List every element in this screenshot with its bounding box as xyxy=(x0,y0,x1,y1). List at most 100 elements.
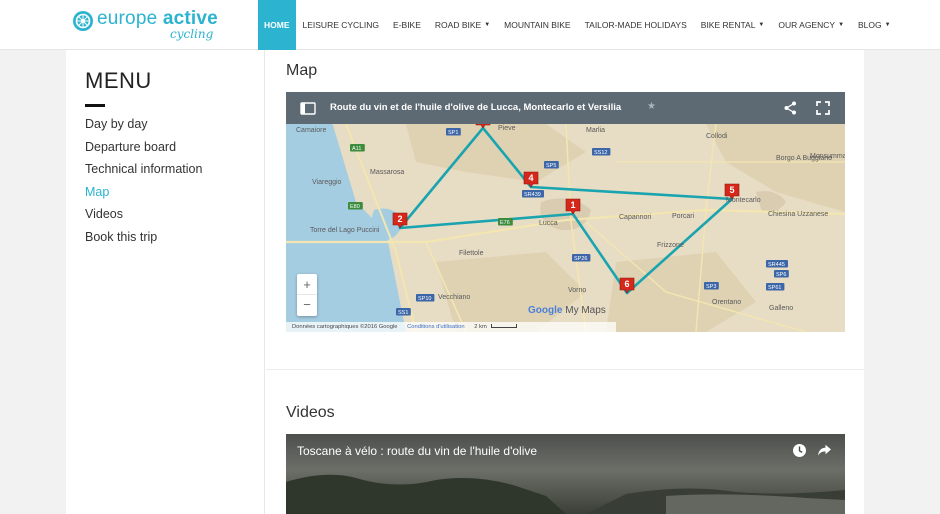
map-road-badge: SP1 xyxy=(446,128,461,136)
map-road-badge: SS1 xyxy=(396,308,411,316)
map-road-badge: SS12 xyxy=(592,148,611,156)
wheel-logo-icon xyxy=(73,11,93,31)
map-road-badge: SP5 xyxy=(544,161,559,169)
map-road-label: A11 xyxy=(352,146,361,152)
map-legend-toggle-icon[interactable] xyxy=(300,102,316,115)
nav-item-leisure-cycling[interactable]: LEISURE CYCLING xyxy=(296,0,387,50)
nav-item-label: HOME xyxy=(264,20,290,30)
map-place-label: Torre del Lago Puccini xyxy=(310,227,380,234)
zoom-controls: + − xyxy=(297,274,317,316)
map-place-label: Filettole xyxy=(459,250,484,257)
map-place-label: Massarosa xyxy=(370,169,404,176)
map-place-label: Pieve xyxy=(498,125,516,132)
map-place-label: Marlia xyxy=(586,127,605,134)
share-arrow-icon[interactable] xyxy=(817,444,832,457)
map-road-label: SR439 xyxy=(524,192,541,198)
map-header: Route du vin et de l'huile d'olive de Lu… xyxy=(286,92,845,124)
nav-item-label: E-BIKE xyxy=(393,20,421,30)
brand-name-part2: active xyxy=(162,8,218,29)
sidebar-item-departure-board[interactable]: Departure board xyxy=(85,136,202,159)
video-title[interactable]: Toscane à vélo : route du vin de l'huile… xyxy=(297,444,537,458)
map-road-badge: A11 xyxy=(350,144,365,152)
nav-item-label: MOUNTAIN BIKE xyxy=(504,20,571,30)
nav-item-bike-rental[interactable]: BIKE RENTAL ▼ xyxy=(694,0,772,50)
map-canvas[interactable]: 123456 ViareggioMassarosaTorre del Lago … xyxy=(286,92,845,332)
nav-item-home[interactable]: HOME xyxy=(258,0,296,50)
main-nav: HOME LEISURE CYCLING E-BIKE ROAD BIKE ▼ MOUNT… xyxy=(258,0,898,50)
sidebar-item-day-by-day[interactable]: Day by day xyxy=(85,113,202,136)
map-place-label: Vorno xyxy=(568,287,586,294)
map-place-label: Porcari xyxy=(672,213,695,220)
map-road-label: SS12 xyxy=(594,150,607,156)
map-place-label: Chiesina Uzzanese xyxy=(768,211,828,218)
map-attribution-bar: Données cartographiques ©2016 Google Con… xyxy=(286,322,616,332)
map-title: Route du vin et de l'huile d'olive de Lu… xyxy=(330,102,622,113)
map-road-label: SP26 xyxy=(574,256,587,262)
share-icon[interactable] xyxy=(784,101,797,115)
map-road-badge: SP6 xyxy=(774,270,789,278)
nav-item-e-bike[interactable]: E-BIKE xyxy=(386,0,428,50)
fullscreen-icon[interactable] xyxy=(816,101,830,115)
watch-later-icon[interactable] xyxy=(792,443,807,458)
sidebar: MENU Day by day Departure board Technical … xyxy=(66,50,265,514)
map-place-label: Viareggio xyxy=(312,179,342,186)
nav-item-mountain-bike[interactable]: MOUNTAIN BIKE xyxy=(497,0,577,50)
zoom-out-button[interactable]: − xyxy=(297,295,317,316)
map-road-label: SP61 xyxy=(768,285,781,291)
nav-item-label: OUR AGENCY xyxy=(778,20,836,30)
menu-title: MENU xyxy=(85,68,152,93)
map-road-badge: E76 xyxy=(498,218,513,226)
caret-down-icon: ▼ xyxy=(838,22,845,28)
map-road-badge: SP3 xyxy=(704,282,719,290)
embedded-map[interactable]: 123456 ViareggioMassarosaTorre del Lago … xyxy=(286,92,845,332)
page-body: MENU Day by day Departure board Technical … xyxy=(66,50,864,514)
map-place-label: Collodi xyxy=(706,133,728,140)
sidebar-item-map[interactable]: Map xyxy=(85,181,202,204)
map-marker-label: 1 xyxy=(570,200,575,210)
top-navbar: europe active cycling HOME LEISURE CYCLIN… xyxy=(0,0,940,50)
menu-title-underline xyxy=(85,104,105,107)
caret-down-icon: ▼ xyxy=(884,22,891,28)
nav-item-label: BIKE RENTAL xyxy=(700,20,756,30)
nav-item-label: TAILOR-MADE HOLIDAYS xyxy=(584,20,687,30)
nav-item-label: ROAD BIKE xyxy=(434,20,482,30)
map-terms-link[interactable]: Conditions d'utilisation xyxy=(407,324,465,330)
nav-item-label: BLOG xyxy=(858,20,882,30)
map-road-badge: E80 xyxy=(348,202,363,210)
video-player[interactable]: Toscane à vélo : route du vin de l'huile… xyxy=(286,434,845,514)
map-road-label: E80 xyxy=(350,204,360,210)
nav-item-tailor-made-holidays[interactable]: TAILOR-MADE HOLIDAYS xyxy=(578,0,694,50)
map-scale-bar xyxy=(491,324,518,329)
nav-item-blog[interactable]: BLOG ▼ xyxy=(851,0,898,50)
map-road-label: SS1 xyxy=(398,310,408,316)
map-place-label: Montecarlo xyxy=(726,197,761,204)
nav-item-our-agency[interactable]: OUR AGENCY ▼ xyxy=(771,0,851,50)
caret-down-icon: ▼ xyxy=(484,22,491,28)
nav-item-road-bike[interactable]: ROAD BIKE ▼ xyxy=(428,0,497,50)
map-section-title: Map xyxy=(286,62,318,79)
sidebar-item-technical-information[interactable]: Technical information xyxy=(85,158,202,181)
map-road-label: SP10 xyxy=(418,296,431,302)
map-place-label: Lucca xyxy=(539,220,558,227)
map-attribution: Données cartographiques ©2016 Google xyxy=(292,324,398,330)
sidebar-item-book-this-trip[interactable]: Book this trip xyxy=(85,226,202,249)
map-road-label: SP6 xyxy=(776,272,786,278)
brand-tagline: cycling xyxy=(170,27,214,41)
sidebar-item-videos[interactable]: Videos xyxy=(85,203,202,226)
map-road-badge: SR445 xyxy=(766,260,788,268)
map-road-label: SR445 xyxy=(768,262,785,268)
map-marker-label: 6 xyxy=(624,279,629,289)
brand-logo[interactable]: europe active cycling xyxy=(72,8,232,42)
zoom-in-button[interactable]: + xyxy=(297,274,317,295)
map-place-label: Vecchiano xyxy=(438,294,470,301)
map-road-label: SP3 xyxy=(706,284,716,290)
star-icon[interactable]: ★ xyxy=(647,101,656,112)
map-road-badge: SP61 xyxy=(766,283,785,291)
google-label: Google xyxy=(528,305,563,316)
map-road-badge: SP26 xyxy=(572,254,591,262)
map-scale: 2 km xyxy=(474,324,487,330)
map-marker-label: 4 xyxy=(528,173,533,183)
map-place-label: Frizzone xyxy=(657,242,684,249)
google-logo: Google My Maps xyxy=(528,305,606,316)
map-place-label: Camaiore xyxy=(296,127,326,134)
